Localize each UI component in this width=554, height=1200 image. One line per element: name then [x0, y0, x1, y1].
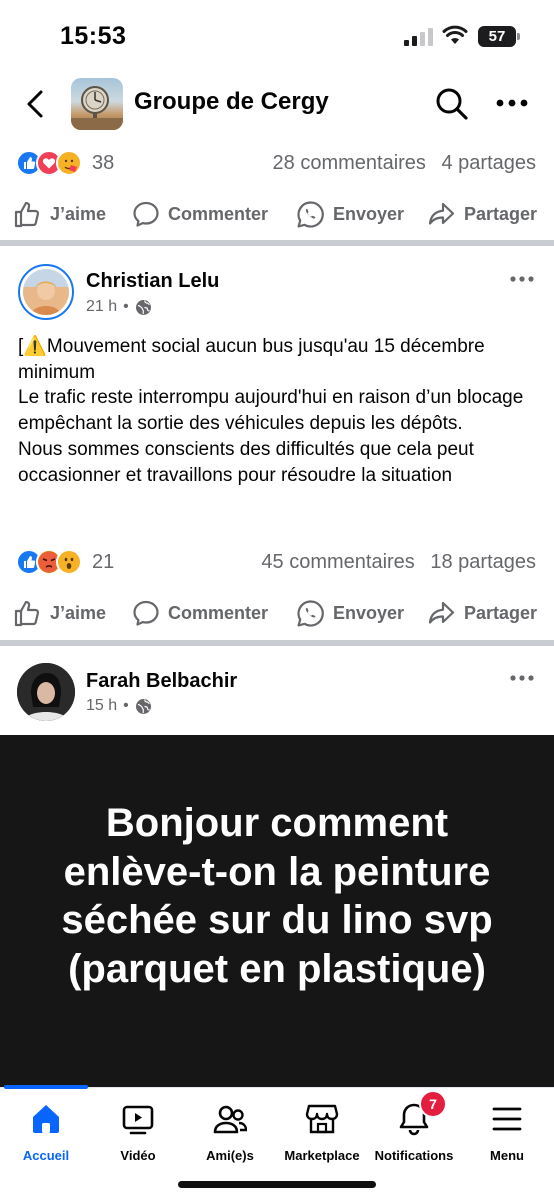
status-bar: 15:53 57	[0, 0, 554, 72]
post-author[interactable]: Christian Lelu	[86, 270, 219, 293]
active-tab-indicator	[4, 1085, 88, 1089]
share-button[interactable]: Partager	[426, 197, 537, 231]
send-button[interactable]: Envoyer	[296, 197, 404, 231]
post-actions: J’aime Commenter Envoyer Partager	[0, 588, 554, 638]
share-label: Partager	[464, 602, 538, 623]
nav-label: Vidéo	[120, 1148, 156, 1163]
home-indicator	[178, 1181, 376, 1188]
christian-avatar[interactable]	[18, 264, 74, 320]
comments-count[interactable]: 45 commentaires	[261, 551, 414, 573]
more-horizontal-icon[interactable]	[496, 99, 528, 107]
post-background-text: Bonjour comment enlève-t-on la peinture …	[61, 801, 493, 991]
post-separator	[0, 240, 554, 246]
wow-reaction-icon	[56, 549, 82, 575]
post-meta: 21 h •	[86, 298, 152, 316]
profile-photo	[17, 663, 75, 721]
group-avatar[interactable]	[71, 78, 123, 130]
comments-count[interactable]: 28 commentaires	[273, 152, 426, 174]
cellular-signal-icon	[404, 28, 433, 46]
nav-notifications[interactable]: 7 Notifications	[369, 1090, 459, 1182]
whatsapp-icon	[297, 200, 324, 228]
nav-menu[interactable]: Menu	[462, 1102, 552, 1182]
marketplace-icon	[305, 1104, 339, 1134]
post-separator	[0, 640, 554, 646]
like-button[interactable]: J’aime	[12, 197, 106, 231]
background-text-post[interactable]: Bonjour comment enlève-t-on la peinture …	[0, 735, 554, 1087]
nav-label: Notifications	[374, 1148, 454, 1163]
share-button[interactable]: Partager	[426, 596, 537, 630]
nav-label: Menu	[490, 1148, 524, 1163]
nav-marketplace[interactable]: Marketplace	[277, 1102, 367, 1182]
status-time: 15:53	[60, 22, 127, 50]
reaction-summary[interactable]: 21 45 commentaires 18 partages	[0, 543, 554, 583]
post-time[interactable]: 15 h	[86, 697, 117, 715]
shares-count[interactable]: 18 partages	[430, 551, 536, 573]
friends-icon	[213, 1105, 247, 1134]
like-button[interactable]: J’aime	[12, 596, 106, 630]
post-text-line: [⚠️Mouvement social aucun bus jusqu'au 1…	[18, 336, 485, 383]
send-label: Envoyer	[333, 203, 405, 224]
post-actions: J’aime Commenter Envoyer Partager	[0, 189, 554, 239]
send-button[interactable]: Envoyer	[296, 596, 404, 630]
more-horizontal-icon[interactable]	[510, 276, 534, 282]
post-author[interactable]: Farah Belbachir	[86, 670, 237, 693]
search-icon[interactable]	[434, 86, 470, 122]
post-text-line: Le trafic reste interrompu aujourd'hui e…	[18, 387, 524, 435]
chevron-left-icon[interactable]	[20, 86, 50, 122]
reaction-summary[interactable]: 38 28 commentaires 4 partages	[0, 144, 554, 184]
globe-icon	[135, 698, 151, 714]
video-icon	[122, 1105, 154, 1135]
more-horizontal-icon[interactable]	[510, 675, 534, 681]
thumbs-up-icon	[14, 600, 40, 627]
send-label: Envoyer	[333, 602, 405, 623]
menu-icon	[492, 1107, 522, 1131]
engagement-stats: 28 commentaires 4 partages	[273, 152, 536, 175]
share-label: Partager	[464, 203, 538, 224]
profile-photo	[23, 269, 69, 315]
shares-count[interactable]: 4 partages	[441, 152, 536, 174]
nav-label: Ami(e)s	[206, 1148, 254, 1163]
reaction-count: 21	[92, 551, 115, 573]
nav-home[interactable]: Accueil	[1, 1102, 91, 1182]
comment-icon	[133, 600, 159, 626]
engagement-stats: 45 commentaires 18 partages	[261, 551, 536, 574]
home-icon	[33, 1105, 59, 1133]
globe-icon	[135, 299, 151, 315]
share-arrow-icon	[428, 601, 455, 624]
group-title[interactable]: Groupe de Cergy	[134, 88, 329, 116]
like-label: J’aime	[50, 602, 107, 623]
reaction-count: 38	[92, 152, 115, 174]
comment-icon	[133, 201, 159, 227]
post-text-line: Nous sommes conscients des difficultés q…	[18, 438, 474, 486]
care-reaction-icon	[56, 150, 82, 176]
post-time[interactable]: 21 h	[86, 298, 117, 316]
whatsapp-icon	[297, 599, 324, 627]
share-arrow-icon	[428, 202, 455, 225]
comment-label: Commenter	[168, 203, 269, 224]
post-text: [⚠️Mouvement social aucun bus jusqu'au 1…	[18, 334, 538, 488]
group-header: Groupe de Cergy	[0, 72, 554, 136]
nav-video[interactable]: Vidéo	[93, 1102, 183, 1182]
farah-avatar[interactable]	[17, 663, 75, 721]
wifi-icon	[442, 25, 468, 44]
battery-indicator: 57	[478, 26, 520, 47]
nav-friends[interactable]: Ami(e)s	[185, 1102, 275, 1182]
clock-tower-image	[71, 86, 123, 130]
like-label: J’aime	[50, 203, 107, 224]
comment-button[interactable]: Commenter	[132, 197, 268, 231]
nav-label: Marketplace	[284, 1148, 360, 1163]
post-meta: 15 h •	[86, 697, 152, 715]
comment-label: Commenter	[168, 602, 269, 623]
comment-button[interactable]: Commenter	[132, 596, 268, 630]
thumbs-up-icon	[14, 201, 40, 228]
nav-label: Accueil	[22, 1148, 70, 1163]
notification-badge: 7	[419, 1090, 447, 1118]
